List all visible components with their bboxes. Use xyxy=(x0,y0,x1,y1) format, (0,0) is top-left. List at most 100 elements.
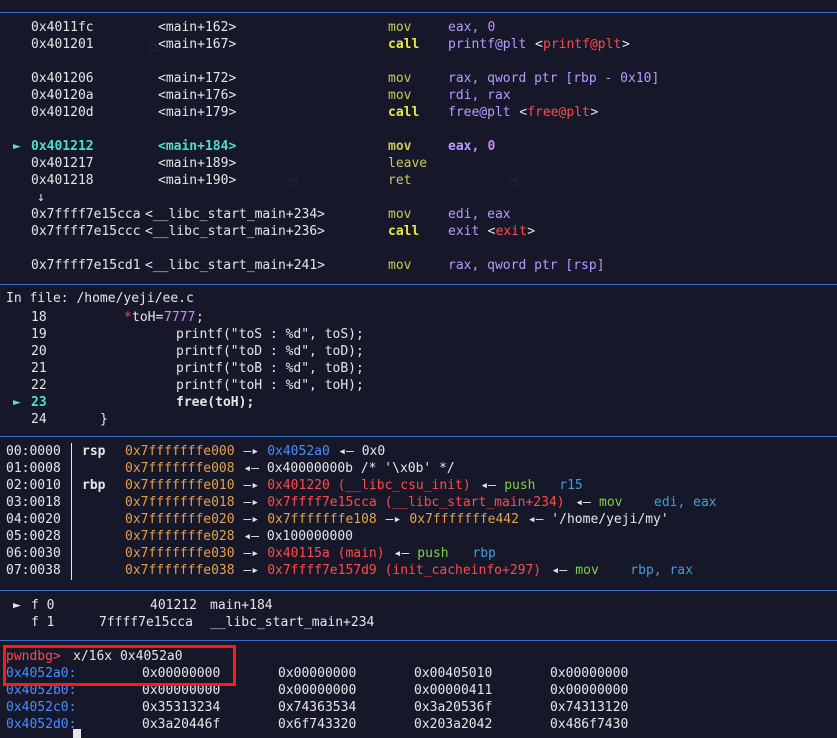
call-target-bracket: < xyxy=(535,37,543,52)
stack-offset: 03:0018 xyxy=(6,495,61,510)
stack-row: 07:0038 0x7fffffffe038 —▸ 0x7ffff7e157d9 … xyxy=(0,562,837,579)
disasm-row: 0x401217 <main+189> leave xyxy=(0,155,837,172)
disasm-row: 0x7ffff7e15cca <__libc_start_main+234> mov… xyxy=(0,206,837,223)
line-number: 21 xyxy=(31,361,47,376)
stack-value: 0x7fffffffe108 xyxy=(267,512,377,527)
memory-value: 0x00000000 xyxy=(278,683,357,698)
source-line: ► 23 free(toH); xyxy=(0,394,837,411)
stack-offset: 07:0038 xyxy=(6,563,61,578)
instruction-address: 0x401218 xyxy=(31,173,94,188)
call-target-bracket: > xyxy=(622,37,630,52)
stack-value: ◂— xyxy=(385,546,417,561)
disasm-row: 0x401206 <main+172> mov rax, qword ptr [rbp… xyxy=(0,70,837,87)
stack-value: mov xyxy=(599,495,623,510)
memory-value: 0x74363534 xyxy=(278,700,357,715)
stack-row: 02:0010 rbp 0x7fffffffe010 —▸ 0x401220 (__… xyxy=(0,477,837,494)
source-code: toH= xyxy=(132,310,164,325)
instruction-immediate: 0 xyxy=(487,20,496,35)
stack-offset: 02:0010 xyxy=(6,478,61,493)
instruction-mnemonic: call xyxy=(388,105,420,120)
instruction-address: 0x40120a xyxy=(31,88,94,103)
stack-register: rbp xyxy=(82,478,106,493)
call-target-symbol: exit xyxy=(495,224,527,239)
frame-symbol: __libc_start_main+234 xyxy=(210,615,375,630)
instruction-mnemonic: mov xyxy=(388,88,412,103)
stack-value: ◂— 0x100000000 xyxy=(235,529,353,544)
backtrace-row: ► f 0 401212 main+184 xyxy=(0,597,837,614)
instruction-operand: eax, xyxy=(448,139,488,154)
instruction-operand: eax, xyxy=(448,20,488,35)
call-target-symbol: printf@plt xyxy=(543,37,622,52)
instruction-symbol: <main+189> xyxy=(158,156,237,171)
disasm-row: 0x4011fc <main+162> mov eax, 0 xyxy=(0,19,837,36)
disasm-row: ↓ xyxy=(0,189,837,206)
stack-address: 0x7fffffffe020 xyxy=(125,512,235,527)
disasm-row: 0x401201 <main+167> call printf@plt < printf@… xyxy=(0,36,837,53)
frame-index: f 0 xyxy=(31,598,55,613)
disasm-row: 0x40120a <main+176> mov rdi, rax xyxy=(0,87,837,104)
stack-address: 0x7fffffffe000 xyxy=(125,444,235,459)
separator xyxy=(0,590,837,591)
stack-row: 00:0000 rsp 0x7fffffffe000 —▸ 0x4052a0 ◂— … xyxy=(0,443,837,460)
stack-value: rbp, rax xyxy=(599,563,693,578)
stack-value: —▸ xyxy=(235,546,267,561)
memory-value: 0x35313234 xyxy=(142,700,221,715)
stack-row: 04:0020 0x7fffffffe020 —▸ 0x7fffffffe108 … xyxy=(0,511,837,528)
instruction-address: 0x7ffff7e15cca xyxy=(31,207,141,222)
stack-address: 0x7fffffffe030 xyxy=(125,546,235,561)
line-number: 18 xyxy=(31,310,47,325)
memory-value: 0x00000411 xyxy=(414,683,493,698)
current-line-marker: ► xyxy=(13,395,21,410)
stack-value: rbp xyxy=(448,546,496,561)
instruction-symbol: <main+167> xyxy=(158,37,237,52)
stack-address: 0x7fffffffe028 xyxy=(125,529,235,544)
stack-value: ◂— xyxy=(543,563,575,578)
stack-value: r15 xyxy=(535,478,583,493)
frame-symbol: main+184 xyxy=(210,598,273,613)
instruction-symbol: <__libc_start_main+236> xyxy=(145,224,326,239)
stack-value: —▸ xyxy=(235,444,267,459)
memory-address: 0x4052d0: xyxy=(6,717,77,732)
call-target-bracket: < xyxy=(487,224,496,239)
stack-offset: 05:0028 xyxy=(6,529,61,544)
stack-value: 0x7fffffffe442 xyxy=(409,512,519,527)
source-literal: 7777 xyxy=(164,310,196,325)
instruction-symbol: <main+190> xyxy=(158,173,237,188)
instruction-address: 0x401212 xyxy=(31,139,94,154)
instruction-symbol: <main+176> xyxy=(158,88,237,103)
instruction-operand: rdi, rax xyxy=(448,88,511,103)
stack-value: ◂— '/home/yeji/my' xyxy=(520,512,669,527)
instruction-address: 0x7ffff7e15cd1 xyxy=(31,258,141,273)
stack-address: 0x7fffffffe008 xyxy=(125,461,235,476)
source-code: printf("toH : %d", toH); xyxy=(176,378,364,393)
frame-address: 7ffff7e15cca xyxy=(99,615,193,630)
stack-row: 01:0008 0x7fffffffe008 ◂— 0x40000000b /* … xyxy=(0,460,837,477)
current-instruction-marker: ► xyxy=(13,139,21,154)
stack-value: —▸ xyxy=(235,512,267,527)
instruction-symbol: <main+172> xyxy=(158,71,237,86)
stack-value: mov xyxy=(575,563,599,578)
flow-arrow-icon: ↓ xyxy=(37,190,45,205)
stack-value: ◂— xyxy=(472,478,504,493)
call-target: free@plt xyxy=(448,105,511,120)
instruction-address: 0x401217 xyxy=(31,156,94,171)
line-number: 24 xyxy=(31,412,47,427)
call-target-bracket: < xyxy=(519,105,528,120)
instruction-address: 0x401201 xyxy=(31,37,94,52)
instruction-mnemonic: ret xyxy=(388,173,412,188)
instruction-symbol: <__libc_start_main+241> xyxy=(145,258,326,273)
disasm-row: ► 0x401212 <main+184> mov eax, 0 xyxy=(0,138,837,155)
instruction-mnemonic: mov xyxy=(388,207,412,222)
source-header: In file: /home/yeji/ee.c xyxy=(0,290,837,307)
stack-row: 05:0028 0x7fffffffe028 ◂— 0x100000000 xyxy=(0,528,837,545)
stack-value: —▸ xyxy=(235,478,267,493)
separator xyxy=(0,284,837,285)
stack-row: 06:0030 0x7fffffffe030 —▸ 0x40115a (main)… xyxy=(0,545,837,562)
source-code: printf("toS : %d", toS); xyxy=(176,327,364,342)
instruction-mnemonic: mov xyxy=(388,71,412,86)
frame-address: 401212 xyxy=(150,598,197,613)
instruction-mnemonic: mov xyxy=(388,139,412,154)
memory-value: 0x00000000 xyxy=(278,666,357,681)
source-code: printf("toD : %d", toD); xyxy=(176,344,364,359)
instruction-operand: edi, eax xyxy=(448,207,511,222)
